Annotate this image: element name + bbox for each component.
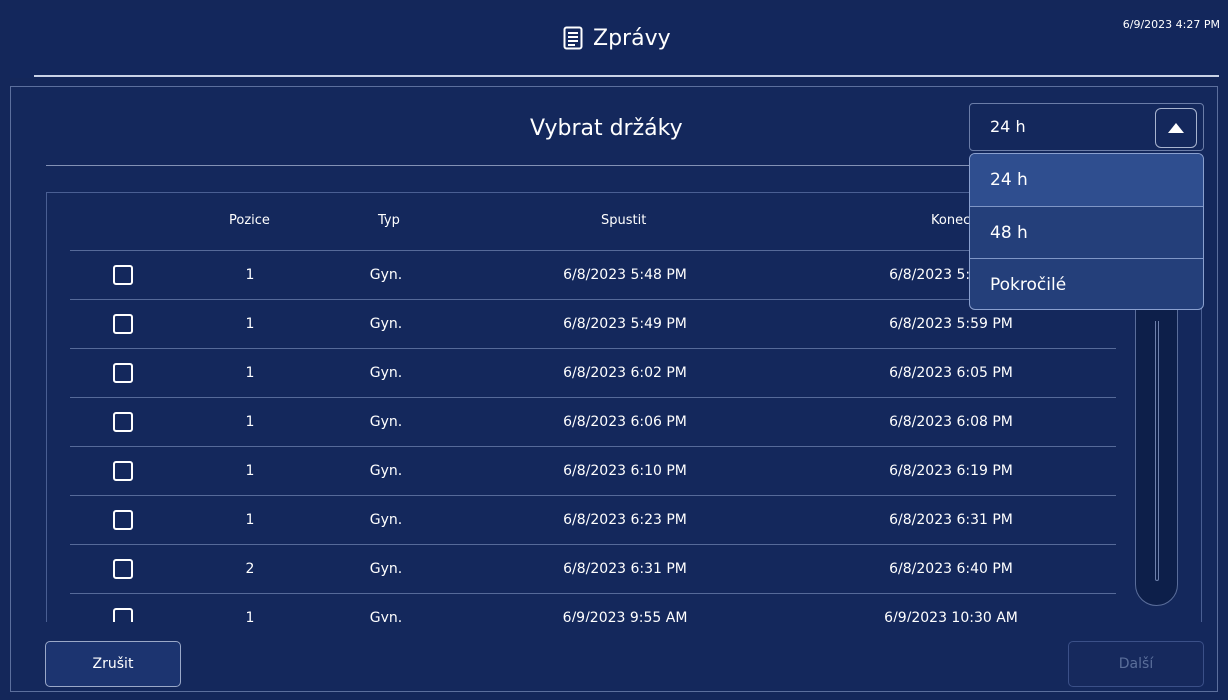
table-body-viewport: 1 Gyn. 6/8/2023 5:48 PM 6/8/2023 5:58 PM… xyxy=(0,0,1228,622)
time-range-select[interactable]: 24 h xyxy=(969,103,1204,151)
option-advanced[interactable]: Pokročilé xyxy=(970,259,1203,309)
scrollbar-thumb[interactable] xyxy=(1155,321,1159,581)
cell-spustit: 6/8/2023 5:48 PM xyxy=(563,267,687,283)
cell-pozice: 1 xyxy=(245,316,255,332)
cell-typ: Gyn. xyxy=(369,561,403,577)
cell-konec: 6/8/2023 6:31 PM xyxy=(889,512,1013,528)
cell-typ: Gyn. xyxy=(369,316,403,332)
cell-pozice: 1 xyxy=(245,267,255,283)
cell-spustit: 6/8/2023 5:49 PM xyxy=(563,316,687,332)
option-48h[interactable]: 48 h xyxy=(970,207,1203,259)
row-checkbox[interactable] xyxy=(113,363,133,383)
time-range-selected-value: 24 h xyxy=(990,117,1026,136)
option-24h[interactable]: 24 h xyxy=(970,154,1203,206)
table-row[interactable]: 1 Gyn. 6/8/2023 5:48 PM 6/8/2023 5:58 PM xyxy=(70,251,1116,300)
cell-konec: 6/8/2023 6:05 PM xyxy=(889,365,1013,381)
cell-spustit: 6/8/2023 6:23 PM xyxy=(563,512,687,528)
cell-typ: Gyn. xyxy=(369,414,403,430)
row-checkbox[interactable] xyxy=(113,314,133,334)
cell-spustit: 6/8/2023 6:06 PM xyxy=(563,414,687,430)
table-row[interactable]: 1 Gyn. 6/9/2023 9:55 AM 6/9/2023 10:30 A… xyxy=(70,594,1116,622)
table-row[interactable]: 1 Gyn. 6/8/2023 6:02 PM 6/8/2023 6:05 PM xyxy=(70,349,1116,398)
cancel-button[interactable]: Zrušit xyxy=(45,641,181,687)
table-row[interactable]: 1 Gyn. 6/8/2023 6:23 PM 6/8/2023 6:31 PM xyxy=(70,496,1116,545)
cell-konec: 6/9/2023 10:30 AM xyxy=(884,610,1018,622)
cell-spustit: 6/8/2023 6:31 PM xyxy=(563,561,687,577)
row-checkbox[interactable] xyxy=(113,510,133,530)
table-row[interactable]: 2 Gyn. 6/8/2023 6:31 PM 6/8/2023 6:40 PM xyxy=(70,545,1116,594)
row-checkbox[interactable] xyxy=(113,461,133,481)
cell-konec: 6/8/2023 6:40 PM xyxy=(889,561,1013,577)
cell-spustit: 6/8/2023 6:02 PM xyxy=(563,365,687,381)
table-scrollbar[interactable] xyxy=(1135,300,1178,606)
cell-typ: Gyn. xyxy=(369,365,403,381)
cell-typ: Gyn. xyxy=(369,512,403,528)
next-button[interactable]: Další xyxy=(1068,641,1204,687)
cell-konec: 6/8/2023 6:08 PM xyxy=(889,414,1013,430)
cell-pozice: 2 xyxy=(245,561,255,577)
row-checkbox[interactable] xyxy=(113,412,133,432)
cell-pozice: 1 xyxy=(245,414,255,430)
cell-pozice: 1 xyxy=(245,365,255,381)
row-checkbox[interactable] xyxy=(113,559,133,579)
cell-pozice: 1 xyxy=(245,463,255,479)
caret-up-icon xyxy=(1168,123,1184,133)
cell-spustit: 6/8/2023 6:10 PM xyxy=(563,463,687,479)
table-row[interactable]: 1 Gyn. 6/8/2023 6:06 PM 6/8/2023 6:08 PM xyxy=(70,398,1116,447)
table-row[interactable]: 1 Gyn. 6/8/2023 6:10 PM 6/8/2023 6:19 PM xyxy=(70,447,1116,496)
cell-pozice: 1 xyxy=(245,610,255,622)
cell-typ: Gyn. xyxy=(369,463,403,479)
cell-typ: Gyn. xyxy=(369,610,403,622)
row-checkbox[interactable] xyxy=(113,608,133,622)
cell-typ: Gyn. xyxy=(369,267,403,283)
cell-konec: 6/8/2023 6:19 PM xyxy=(889,463,1013,479)
dropdown-toggle-button[interactable] xyxy=(1155,108,1197,148)
cell-spustit: 6/9/2023 9:55 AM xyxy=(562,610,688,622)
time-range-options: 24 h 48 h Pokročilé xyxy=(969,153,1204,310)
row-checkbox[interactable] xyxy=(113,265,133,285)
cell-pozice: 1 xyxy=(245,512,255,528)
table-row[interactable]: 1 Gyn. 6/8/2023 5:49 PM 6/8/2023 5:59 PM xyxy=(70,300,1116,349)
